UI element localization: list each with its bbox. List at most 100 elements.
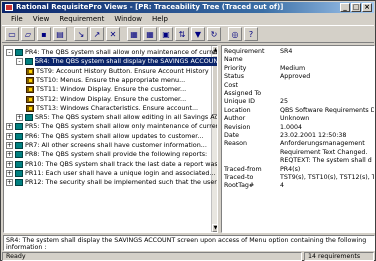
property-row: Location QBS Software Requirements Doc xyxy=(224,107,374,115)
menu-window[interactable]: Window xyxy=(109,14,147,24)
expand-icon[interactable]: + xyxy=(6,179,13,187)
tree-scrollbar[interactable]: ▲ ▼ xyxy=(211,46,217,232)
property-row: Date 23.02.2001 12:50:38 xyxy=(224,132,374,140)
requirement-icon xyxy=(15,132,23,140)
grid-button[interactable]: ▦ xyxy=(143,27,157,41)
view-icon: ▦ xyxy=(130,29,138,39)
traceability-tree[interactable]: ▲ ▼ - PR4: The QBS system shall allow onl… xyxy=(3,45,218,233)
property-row: Cost xyxy=(224,82,374,90)
tree-row[interactable]: + PR12: The security shall be implemented… xyxy=(6,178,217,187)
tree-row[interactable]: + PR5: The QBS system shall allow only ma… xyxy=(6,122,218,131)
property-key: Status xyxy=(224,73,245,81)
tree-row-label: PR8: The QBS system shall provide the fo… xyxy=(25,150,208,159)
property-row: Unique ID 25 xyxy=(224,98,374,106)
save-button[interactable]: ▪ xyxy=(37,27,51,41)
window-title: Rational RequisitePro Views - [PR: Trace… xyxy=(16,3,284,11)
menu-file[interactable]: File xyxy=(6,14,28,24)
requirement-icon xyxy=(15,123,23,131)
requirement-icon xyxy=(15,142,23,149)
expand-icon[interactable]: + xyxy=(6,132,13,140)
expand-icon[interactable]: + xyxy=(16,114,23,122)
help-button[interactable]: ? xyxy=(244,27,258,41)
close-button[interactable]: × xyxy=(362,3,372,12)
tree-row-label: TST13: Windows Characteristics. Ensure a… xyxy=(36,103,199,112)
tree-row-label: TST11: Window Display. Ensure the custom… xyxy=(36,85,187,94)
tree-row[interactable]: + SR5: The QBS system shall allow editing… xyxy=(16,113,217,122)
tree-row-label: PR5: The QBS system shall allow only mai… xyxy=(25,122,218,131)
property-key: Priority xyxy=(224,64,247,72)
menu-help[interactable]: Help xyxy=(147,14,173,24)
expand-icon[interactable]: + xyxy=(6,160,13,168)
tree-row[interactable]: TST9: Account History Button. Ensure Acc… xyxy=(26,67,209,76)
menu-view[interactable]: View xyxy=(28,14,55,24)
test-requirement-icon xyxy=(26,95,34,103)
property-row: Name xyxy=(224,56,374,64)
menu-requirement[interactable]: Requirement xyxy=(54,14,109,24)
tree-row[interactable]: + PR11: Each user shall have a unique log… xyxy=(6,169,216,178)
expand-icon[interactable]: + xyxy=(6,142,13,149)
expand-icon[interactable]: + xyxy=(6,123,13,131)
maximize-button[interactable]: □ xyxy=(351,3,361,12)
tree-row[interactable]: TST11: Window Display. Ensure the custom… xyxy=(26,85,186,94)
tree-row[interactable]: TST10: Menus. Ensure the appropriate men… xyxy=(26,76,185,85)
tree-row-selected[interactable]: - SR4: The QBS system shall display the S… xyxy=(16,57,217,67)
sort-button[interactable]: ⇅ xyxy=(175,27,189,41)
tree-row-label: PR11: Each user shall have a unique logi… xyxy=(25,168,216,177)
expand-icon[interactable]: + xyxy=(6,151,13,159)
property-key: Assigned To xyxy=(224,90,262,97)
tree-row-label: TST10: Menus. Ensure the appropriate men… xyxy=(36,75,186,84)
scroll-down-arrow-icon[interactable]: ▼ xyxy=(212,224,217,232)
title-bar[interactable]: Rational RequisitePro Views - [PR: Trace… xyxy=(2,2,374,13)
open-button[interactable]: ▱ xyxy=(21,27,35,41)
requirement-icon xyxy=(15,179,23,187)
clear-button[interactable]: ✕ xyxy=(106,27,120,41)
tree-row-label: SR4: The QBS system shall display the SA… xyxy=(35,57,217,67)
new-button[interactable]: ▭ xyxy=(5,27,19,41)
tree-row-label: PR6: The QBS system shall allow updates … xyxy=(25,131,204,140)
requirement-icon xyxy=(25,114,33,122)
refresh-button[interactable]: ↻ xyxy=(207,27,221,41)
property-value: QBS Software Requirements Doc xyxy=(280,106,374,114)
property-value: PR4(s) xyxy=(280,165,301,173)
window-button[interactable]: ▣ xyxy=(159,27,173,41)
property-row: Priority Medium xyxy=(224,65,374,73)
minimize-button[interactable]: _ xyxy=(340,3,350,12)
tree-row[interactable]: TST12: Window Display. Ensure the custom… xyxy=(26,95,186,104)
properties-panel: Requirement SR4 Name Priority Medium Status Ap… xyxy=(221,45,375,233)
collapse-icon[interactable]: - xyxy=(6,49,13,56)
filter-button[interactable]: ▼ xyxy=(191,27,205,41)
property-value: Unknown xyxy=(280,115,310,123)
requirement-icon xyxy=(15,151,23,159)
collapse-icon[interactable]: - xyxy=(16,58,23,66)
tree-row[interactable]: + PR10: The QBS system shall track the la… xyxy=(6,160,217,169)
property-row: Traced-from PR4(s) xyxy=(224,166,374,174)
find-button[interactable]: ◎ xyxy=(228,27,242,41)
window-icon: ▣ xyxy=(162,29,170,39)
toolbar: ▭ ▱ ▪ ▤ ↘ ↗ ✕ ▦ ▦ ▣ ⇅ ▼ ↻ ◎? xyxy=(2,25,374,43)
property-key: Requirement xyxy=(224,48,265,55)
print-button[interactable]: ▤ xyxy=(53,27,67,41)
view-button[interactable]: ▦ xyxy=(127,27,141,41)
tree-row[interactable]: TST13: Windows Characteristics. Ensure a… xyxy=(26,104,198,113)
property-value xyxy=(280,56,374,64)
property-key: Reason xyxy=(224,140,247,148)
app-icon xyxy=(5,4,13,11)
property-row: Reason Anforderungsmanagement xyxy=(224,140,374,148)
tree-row[interactable]: + PR7: All other screens shall have custo… xyxy=(6,141,207,150)
tree-row[interactable]: + PR8: The QBS system shall provide the f… xyxy=(6,150,207,159)
tree-row-label: PR4: The QBS system shall allow only mai… xyxy=(25,48,218,56)
requirement-icon xyxy=(15,160,23,168)
tree-row[interactable]: + PR6: The QBS system shall allow updates… xyxy=(6,132,203,141)
property-row: Status Approved xyxy=(224,73,374,81)
property-row: Assigned To xyxy=(224,90,374,98)
trace-from-icon: ↗ xyxy=(93,29,101,39)
filter-icon: ▼ xyxy=(194,29,202,39)
test-requirement-icon xyxy=(26,104,34,112)
property-value: Medium xyxy=(280,64,306,72)
expand-icon[interactable]: + xyxy=(6,169,13,177)
property-key xyxy=(224,157,280,165)
requirement-icon xyxy=(15,169,23,177)
trace-to-button[interactable]: ↘ xyxy=(74,27,88,41)
tree-row[interactable]: - PR4: The QBS system shall allow only ma… xyxy=(6,48,218,57)
trace-from-button[interactable]: ↗ xyxy=(90,27,104,41)
